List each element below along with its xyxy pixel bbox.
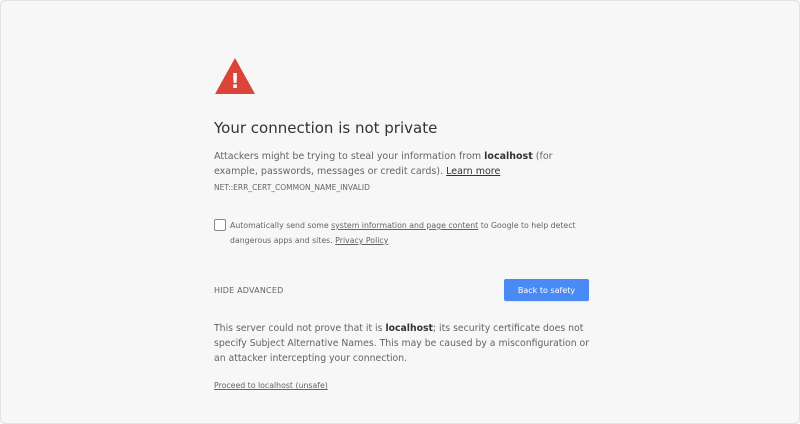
main-message-prefix: Attackers might be trying to steal your …: [214, 151, 485, 162]
back-to-safety-button[interactable]: Back to safety: [504, 279, 589, 301]
send-info-checkbox-label: Automatically send some system informati…: [230, 218, 590, 248]
main-message: Attackers might be trying to steal your …: [214, 149, 589, 179]
learn-more-link[interactable]: Learn more: [446, 166, 500, 177]
interstitial-page: ! Your connection is not private Attacke…: [0, 0, 800, 424]
details-prefix: This server could not prove that it is: [214, 323, 386, 334]
warning-exclamation-glyph: !: [230, 69, 239, 93]
error-code: NET::ERR_CERT_COMMON_NAME_INVALID: [214, 183, 370, 192]
send-info-checkbox[interactable]: [214, 219, 226, 231]
hide-advanced-button[interactable]: HIDE ADVANCED: [214, 286, 283, 295]
checkbox-text-prefix: Automatically send some: [230, 221, 332, 230]
proceed-unsafe-link[interactable]: Proceed to localhost (unsafe): [214, 381, 328, 390]
details-host: localhost: [385, 323, 433, 334]
privacy-policy-link[interactable]: Privacy Policy: [335, 236, 388, 245]
details-message: This server could not prove that it is l…: [214, 321, 592, 366]
system-information-link[interactable]: system information and page content: [331, 221, 478, 230]
main-message-host: localhost: [484, 151, 533, 162]
warning-triangle-icon: !: [215, 58, 255, 94]
page-title: Your connection is not private: [214, 119, 438, 137]
